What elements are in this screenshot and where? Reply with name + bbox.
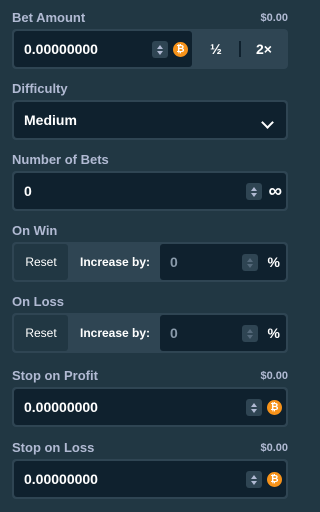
stepper-up-icon xyxy=(247,257,253,262)
on-loss-label: On Loss xyxy=(12,294,65,309)
divider xyxy=(239,41,241,57)
stepper-down-icon xyxy=(251,408,257,413)
half-button[interactable]: ½ xyxy=(194,29,238,69)
stepper-down-icon xyxy=(251,192,257,197)
stepper-up-icon xyxy=(157,44,163,49)
bitcoin-icon: ₿ xyxy=(173,42,188,57)
on-loss-increase-label[interactable]: Increase by: xyxy=(80,313,150,353)
percent-icon: % xyxy=(267,254,280,270)
bet-amount-label: Bet Amount xyxy=(12,10,86,25)
stop-on-profit-label: Stop on Profit xyxy=(12,368,98,383)
on-win-increase-input[interactable]: 0 % xyxy=(160,244,286,280)
on-win-group: Reset Increase by: 0 % xyxy=(12,242,288,282)
stop-on-loss-group: 0.00000000 ₿ xyxy=(12,459,288,499)
stepper-down-icon xyxy=(247,334,253,339)
stop-on-profit-stepper[interactable] xyxy=(246,399,262,416)
on-win-label: On Win xyxy=(12,223,58,238)
on-win-value: 0 xyxy=(170,254,178,270)
infinity-icon[interactable]: ∞ xyxy=(268,182,282,201)
on-win-reset-button[interactable]: Reset xyxy=(14,244,68,280)
stepper-down-icon xyxy=(157,50,163,55)
stop-on-loss-value: 0.00000000 xyxy=(24,471,98,487)
stop-on-loss-stepper[interactable] xyxy=(246,471,262,488)
bitcoin-icon: ₿ xyxy=(267,472,282,487)
stepper-up-icon xyxy=(251,402,257,407)
difficulty-select[interactable]: Medium xyxy=(12,100,288,140)
stepper-down-icon xyxy=(247,263,253,268)
bet-amount-input[interactable]: 0.00000000 ₿ xyxy=(14,31,192,67)
bet-amount-group: 0.00000000 ₿ ½ 2× xyxy=(12,29,288,69)
bitcoin-icon: ₿ xyxy=(267,400,282,415)
stepper-up-icon xyxy=(247,328,253,333)
autobet-panel: Bet Amount $0.00 0.00000000 ₿ ½ 2× Diffi… xyxy=(0,0,300,512)
stepper-up-icon xyxy=(251,186,257,191)
on-loss-value: 0 xyxy=(170,325,178,341)
difficulty-select-field[interactable]: Medium xyxy=(14,102,286,138)
percent-icon: % xyxy=(267,325,280,341)
chevron-down-icon xyxy=(261,116,274,129)
difficulty-label: Difficulty xyxy=(12,81,68,96)
bet-amount-value: 0.00000000 xyxy=(24,41,98,57)
stop-on-loss-usd: $0.00 xyxy=(260,442,288,454)
stop-on-profit-group: 0.00000000 ₿ xyxy=(12,387,288,427)
difficulty-value: Medium xyxy=(24,112,77,128)
stepper-up-icon xyxy=(251,474,257,479)
stop-on-profit-usd: $0.00 xyxy=(260,370,288,382)
number-of-bets-label: Number of Bets xyxy=(12,152,109,167)
on-win-stepper[interactable] xyxy=(242,254,258,271)
double-button[interactable]: 2× xyxy=(242,29,286,69)
on-loss-stepper[interactable] xyxy=(242,325,258,342)
on-loss-reset-button[interactable]: Reset xyxy=(14,315,68,351)
number-of-bets-value: 0 xyxy=(24,183,32,199)
on-loss-increase-input[interactable]: 0 % xyxy=(160,315,286,351)
on-loss-group: Reset Increase by: 0 % xyxy=(12,313,288,353)
stop-on-loss-input[interactable]: 0.00000000 ₿ xyxy=(14,461,286,497)
stepper-down-icon xyxy=(251,480,257,485)
stop-on-loss-label: Stop on Loss xyxy=(12,440,95,455)
number-of-bets-group: 0 ∞ xyxy=(12,171,288,211)
bet-amount-usd: $0.00 xyxy=(260,12,288,24)
bet-amount-stepper[interactable] xyxy=(152,41,168,58)
on-win-increase-label[interactable]: Increase by: xyxy=(80,242,150,282)
stop-on-profit-value: 0.00000000 xyxy=(24,399,98,415)
stop-on-profit-input[interactable]: 0.00000000 ₿ xyxy=(14,389,286,425)
number-of-bets-input[interactable]: 0 ∞ xyxy=(14,173,286,209)
number-of-bets-stepper[interactable] xyxy=(246,183,262,200)
